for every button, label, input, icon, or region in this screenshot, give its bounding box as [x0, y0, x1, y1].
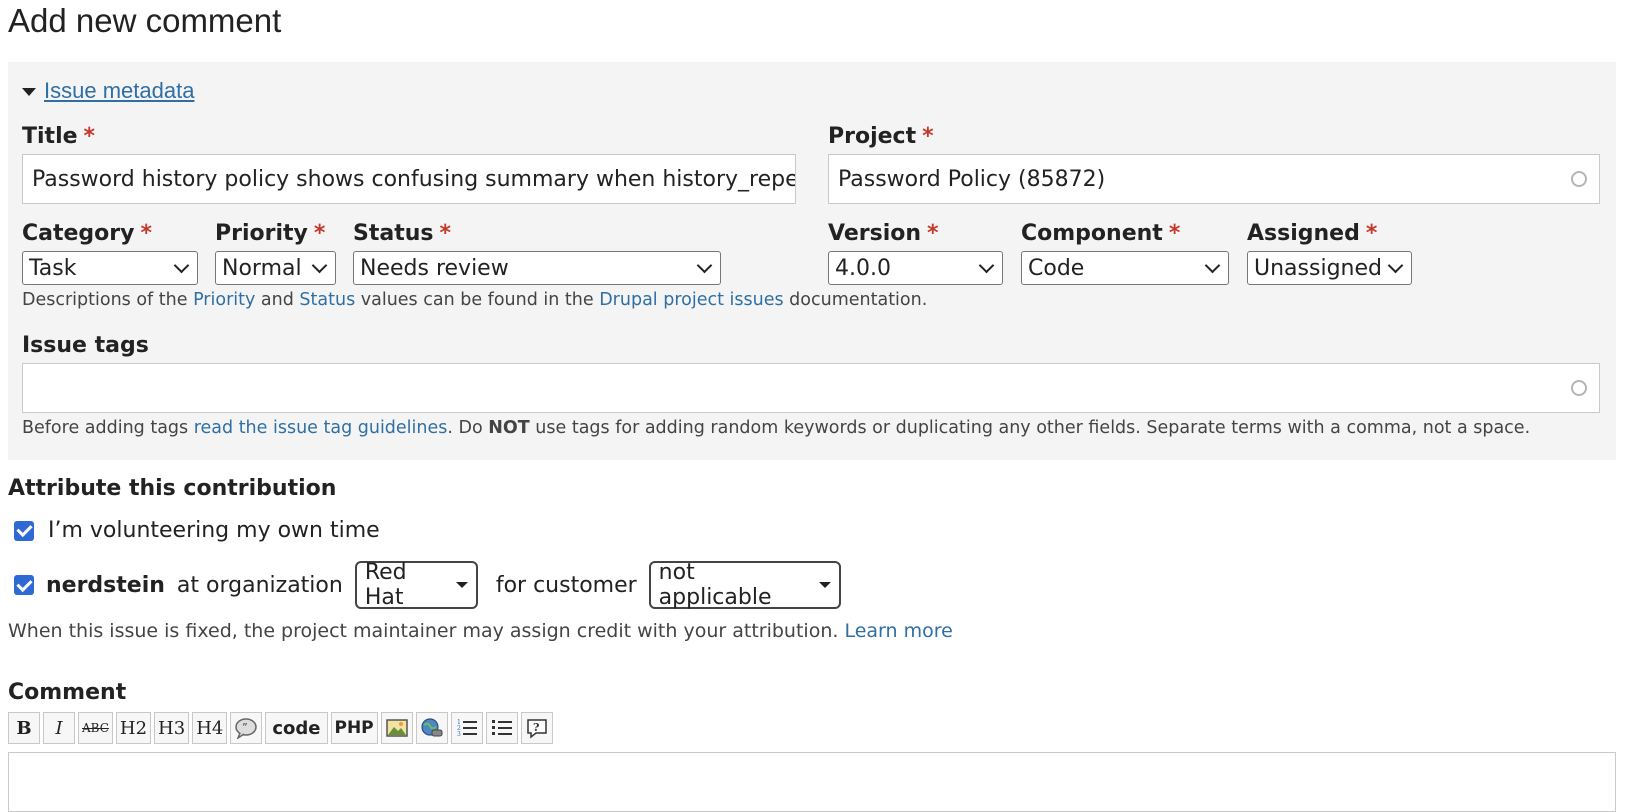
- field-description: Descriptions of the Priority and Status …: [22, 290, 928, 310]
- h3-button[interactable]: H3: [154, 712, 190, 744]
- unordered-list-button[interactable]: [485, 712, 518, 744]
- collapse-triangle-icon: [22, 88, 36, 96]
- volunteer-label: I’m volunteering my own time: [48, 518, 380, 543]
- svg-text:?: ?: [533, 721, 539, 734]
- italic-button[interactable]: I: [43, 712, 75, 744]
- organization-checkbox[interactable]: [14, 575, 34, 595]
- title-label: Title *: [22, 124, 96, 149]
- h2-button[interactable]: H2: [115, 712, 152, 744]
- component-select-value: Code: [1028, 255, 1085, 281]
- globe-link-icon: [421, 718, 443, 737]
- customer-dropdown[interactable]: not applicable: [648, 560, 841, 610]
- project-label: Project *: [828, 124, 934, 149]
- volunteer-checkbox[interactable]: [14, 520, 34, 541]
- status-doc-link[interactable]: Status: [299, 290, 355, 310]
- caret-down-icon: [455, 582, 468, 588]
- chevron-down-icon: [173, 257, 190, 273]
- issue-tags-input[interactable]: [22, 363, 1600, 413]
- required-marker: *: [313, 221, 326, 246]
- help-icon: ?: [526, 719, 547, 739]
- ordered-list-icon: 123: [457, 719, 477, 738]
- php-button[interactable]: PHP: [330, 712, 378, 744]
- for-customer-text: for customer: [495, 572, 637, 598]
- bold-button[interactable]: B: [8, 712, 40, 744]
- chevron-down-icon: [1387, 257, 1404, 273]
- required-marker: *: [439, 221, 451, 246]
- issue-tag-guidelines-link[interactable]: read the issue tag guidelines: [194, 418, 448, 438]
- username-label: nerdstein: [46, 572, 165, 598]
- chevron-down-icon: [978, 257, 995, 273]
- blockquote-button[interactable]: ”: [230, 712, 263, 744]
- editor-toolbar: B I ABC H2 H3 H4 ” code PHP 123 ?: [8, 712, 553, 744]
- image-button[interactable]: [380, 712, 413, 744]
- status-label: Status *: [353, 221, 451, 246]
- title-input-value: Password history policy shows confusing …: [32, 166, 796, 192]
- version-label: Version *: [828, 221, 939, 246]
- attribution-note: When this issue is fixed, the project ma…: [8, 620, 953, 642]
- strikethrough-button[interactable]: ABC: [78, 712, 113, 744]
- help-button[interactable]: ?: [520, 712, 553, 744]
- required-marker: *: [1365, 221, 1378, 246]
- autocomplete-throbber-icon: [1571, 171, 1587, 187]
- category-select[interactable]: Task: [22, 251, 198, 285]
- organization-value: Red Hat: [364, 560, 407, 610]
- issue-tags-help: Before adding tags read the issue tag gu…: [22, 418, 1531, 438]
- bullet-list-icon: [491, 720, 512, 735]
- customer-value: not applicable: [658, 560, 772, 610]
- priority-select[interactable]: Normal: [215, 251, 336, 285]
- required-marker: *: [922, 124, 934, 149]
- comment-textarea[interactable]: [8, 752, 1616, 812]
- title-input[interactable]: Password history policy shows confusing …: [22, 154, 796, 204]
- h4-button[interactable]: H4: [192, 712, 228, 744]
- organization-dropdown[interactable]: Red Hat: [354, 560, 478, 610]
- caret-down-icon: [818, 582, 831, 588]
- attribution-heading: Attribute this contribution: [8, 476, 337, 501]
- page-title: Add new comment: [8, 2, 282, 39]
- svg-text:3: 3: [457, 731, 461, 738]
- required-marker: *: [1168, 221, 1181, 246]
- autocomplete-throbber-icon: [1571, 380, 1587, 396]
- category-label: Category *: [22, 221, 152, 246]
- ordered-list-button[interactable]: 123: [450, 712, 483, 744]
- issue-metadata-legend[interactable]: Issue metadata: [44, 78, 194, 104]
- assigned-select[interactable]: Unassigned: [1247, 251, 1412, 285]
- status-select[interactable]: Needs review: [353, 251, 721, 285]
- component-label: Component *: [1021, 221, 1181, 246]
- assigned-label: Assigned *: [1247, 221, 1378, 246]
- volunteer-row: I’m volunteering my own time: [14, 518, 380, 543]
- issue-metadata-toggle[interactable]: Issue metadata: [22, 78, 194, 104]
- required-marker: *: [140, 221, 152, 246]
- image-icon: [385, 719, 408, 737]
- required-marker: *: [927, 221, 939, 246]
- comment-label: Comment: [8, 680, 127, 705]
- assigned-select-value: Unassigned: [1254, 255, 1382, 281]
- chevron-down-icon: [1204, 257, 1221, 273]
- svg-text:”: ”: [242, 721, 248, 734]
- at-organization-text: at organization: [176, 572, 343, 598]
- learn-more-link[interactable]: Learn more: [844, 620, 952, 642]
- project-input[interactable]: Password Policy (85872): [828, 154, 1600, 204]
- code-button[interactable]: code: [265, 712, 328, 744]
- category-select-value: Task: [29, 255, 77, 281]
- chevron-down-icon: [311, 257, 328, 273]
- drupal-project-issues-link[interactable]: Drupal project issues: [599, 290, 783, 310]
- version-select-value: 4.0.0: [835, 255, 891, 281]
- required-marker: *: [83, 124, 96, 149]
- priority-select-value: Normal: [222, 255, 302, 281]
- issue-tags-label: Issue tags: [22, 333, 149, 358]
- project-input-value: Password Policy (85872): [838, 166, 1106, 192]
- priority-doc-link[interactable]: Priority: [193, 290, 255, 310]
- component-select[interactable]: Code: [1021, 251, 1229, 285]
- organization-row: nerdstein at organization Red Hat for cu…: [14, 560, 841, 610]
- quote-bubble-icon: ”: [235, 718, 258, 739]
- priority-label: Priority *: [215, 221, 326, 246]
- chevron-down-icon: [696, 257, 713, 273]
- version-select[interactable]: 4.0.0: [828, 251, 1003, 285]
- status-select-value: Needs review: [360, 255, 509, 281]
- link-button[interactable]: [415, 712, 448, 744]
